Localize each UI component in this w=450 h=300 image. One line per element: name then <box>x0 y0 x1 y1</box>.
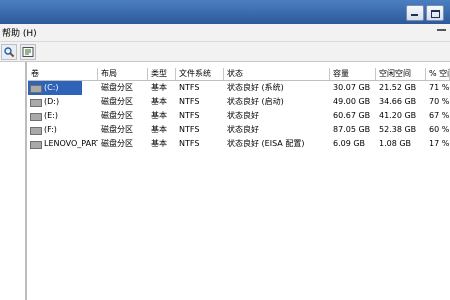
disk-icon <box>30 99 42 107</box>
capacity-cell: 30.07 GB <box>333 83 371 92</box>
collapse-icon[interactable] <box>437 29 446 37</box>
disk-icon <box>30 85 42 93</box>
left-pane <box>0 62 27 300</box>
capacity-cell: 60.67 GB <box>333 111 371 120</box>
layout-cell: 磁盘分区 <box>101 111 133 120</box>
percent-free-cell: 60 % <box>429 125 450 134</box>
toolbar <box>0 42 450 62</box>
col-capacity[interactable]: 容量 <box>330 68 376 80</box>
type-cell: 基本 <box>151 125 167 134</box>
status-cell: 状态良好 <box>227 111 259 120</box>
free-space-cell: 34.66 GB <box>379 97 417 106</box>
percent-free-cell: 67 % <box>429 111 450 120</box>
free-space-cell: 52.38 GB <box>379 125 417 134</box>
free-space-cell: 1.08 GB <box>379 139 412 148</box>
filesystem-cell: NTFS <box>179 139 200 148</box>
col-type[interactable]: 类型 <box>148 68 176 80</box>
disk-icon <box>30 141 42 149</box>
window-minimize-icon[interactable] <box>406 5 424 21</box>
type-cell: 基本 <box>151 83 167 92</box>
capacity-cell: 6.09 GB <box>333 139 366 148</box>
layout-cell: 磁盘分区 <box>101 97 133 106</box>
col-percent-free[interactable]: % 空闲 <box>426 68 450 80</box>
filesystem-cell: NTFS <box>179 97 200 106</box>
table-row[interactable]: (E:) 磁盘分区 基本 NTFS 状态良好 60.67 GB 41.20 GB… <box>28 109 450 123</box>
table-header: 卷 布局 类型 文件系统 状态 容量 空闲空间 % 空闲 <box>28 68 450 81</box>
status-cell: 状态良好 (EISA 配置) <box>227 139 305 148</box>
menu-bar: 帮助 (H) <box>0 24 450 42</box>
type-cell: 基本 <box>151 111 167 120</box>
window-maximize-icon[interactable] <box>426 5 444 21</box>
titlebar-background <box>0 0 450 24</box>
status-cell: 状态良好 <box>227 125 259 134</box>
table-row[interactable]: (F:) 磁盘分区 基本 NTFS 状态良好 87.05 GB 52.38 GB… <box>28 123 450 137</box>
capacity-cell: 49.00 GB <box>333 97 371 106</box>
type-cell: 基本 <box>151 139 167 148</box>
col-volume[interactable]: 卷 <box>28 68 98 80</box>
status-cell: 状态良好 (启动) <box>227 97 284 106</box>
zoom-icon[interactable] <box>1 44 17 60</box>
filesystem-cell: NTFS <box>179 125 200 134</box>
menu-help[interactable]: 帮助 (H) <box>2 26 37 39</box>
properties-icon[interactable] <box>20 44 36 60</box>
disk-icon <box>30 113 42 121</box>
col-filesystem[interactable]: 文件系统 <box>176 68 224 80</box>
percent-free-cell: 17 % <box>429 139 450 148</box>
layout-cell: 磁盘分区 <box>101 125 133 134</box>
percent-free-cell: 71 % <box>429 83 450 92</box>
table-row[interactable]: (C:) 磁盘分区 基本 NTFS 状态良好 (系统) 30.07 GB 21.… <box>28 81 450 95</box>
capacity-cell: 87.05 GB <box>333 125 371 134</box>
col-layout[interactable]: 布局 <box>98 68 148 80</box>
free-space-cell: 21.52 GB <box>379 83 417 92</box>
disk-icon <box>30 127 42 135</box>
filesystem-cell: NTFS <box>179 111 200 120</box>
col-status[interactable]: 状态 <box>224 68 330 80</box>
percent-free-cell: 70 % <box>429 97 450 106</box>
volume-list: 卷 布局 类型 文件系统 状态 容量 空闲空间 % 空闲 (C:) 磁盘分区 基… <box>28 62 450 300</box>
layout-cell: 磁盘分区 <box>101 83 133 92</box>
filesystem-cell: NTFS <box>179 83 200 92</box>
layout-cell: 磁盘分区 <box>101 139 133 148</box>
col-free-space[interactable]: 空闲空间 <box>376 68 426 80</box>
status-cell: 状态良好 (系统) <box>227 83 284 92</box>
table-row[interactable]: LENOVO_PART 磁盘分区 基本 NTFS 状态良好 (EISA 配置) … <box>28 137 450 151</box>
window-titlebar <box>0 0 450 24</box>
free-space-cell: 41.20 GB <box>379 111 417 120</box>
table-row[interactable]: (D:) 磁盘分区 基本 NTFS 状态良好 (启动) 49.00 GB 34.… <box>28 95 450 109</box>
type-cell: 基本 <box>151 97 167 106</box>
